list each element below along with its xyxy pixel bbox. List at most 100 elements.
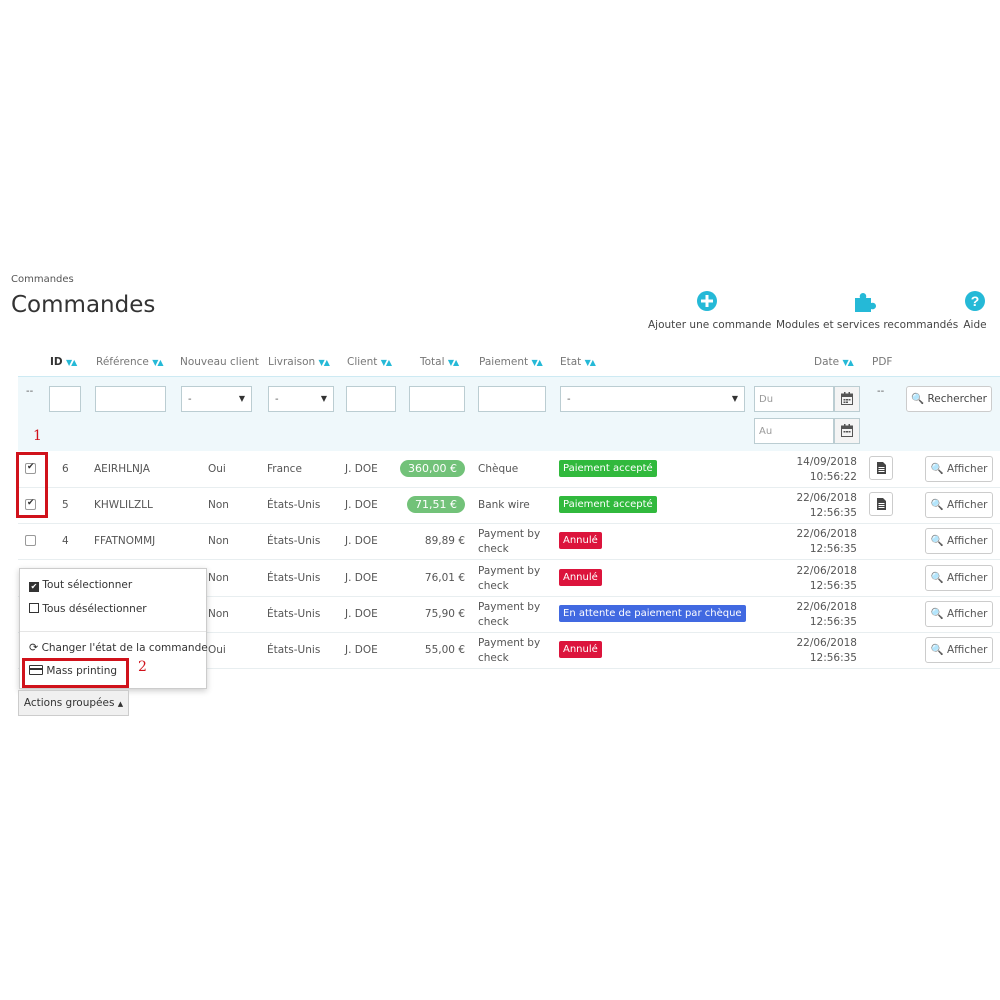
order-time: 12:56:35 xyxy=(809,580,857,592)
order-date: 22/06/2018 xyxy=(796,601,857,613)
col-header-pdf: PDF xyxy=(872,356,892,374)
delivery-country: France xyxy=(267,463,302,475)
filter-delivery-select[interactable]: - ▼ xyxy=(268,386,334,412)
filter-client-input[interactable] xyxy=(346,386,396,412)
order-state-badge: Annulé xyxy=(559,532,602,549)
col-header-client[interactable]: Client ▼▲ xyxy=(347,356,392,374)
sort-arrows-icon[interactable]: ▼▲ xyxy=(152,358,163,367)
order-time: 12:56:35 xyxy=(809,543,857,555)
view-order-button[interactable]: 🔍 Afficher xyxy=(925,456,993,482)
menu-label: Tous désélectionner xyxy=(42,603,147,615)
client-name: J. DOE xyxy=(345,608,378,620)
order-date: 22/06/2018 xyxy=(796,492,857,504)
payment-method: Payment by check xyxy=(478,565,541,592)
new-client-value: Non xyxy=(208,572,229,584)
file-icon xyxy=(877,462,886,474)
sort-arrows-icon[interactable]: ▼▲ xyxy=(585,358,596,367)
select-value: - xyxy=(188,394,192,405)
sort-arrows-icon[interactable]: ▼▲ xyxy=(319,358,330,367)
pdf-invoice-button[interactable] xyxy=(869,492,893,516)
filter-bar: -- - ▼ - ▼ - ▼ Du Au -- 🔍 Rechercher xyxy=(18,376,1000,451)
svg-text:?: ? xyxy=(971,293,980,309)
col-delivery-label: Livraison xyxy=(268,356,316,368)
order-date: 22/06/2018 xyxy=(796,528,857,540)
delivery-country: États-Unis xyxy=(267,499,321,511)
menu-label: Tout sélectionner xyxy=(42,579,133,591)
col-header-date[interactable]: Date ▼▲ xyxy=(814,356,854,374)
calendar-icon[interactable] xyxy=(834,386,860,412)
sort-arrows-icon[interactable]: ▼▲ xyxy=(531,358,542,367)
bulk-actions-label: Actions groupées xyxy=(23,697,115,709)
col-header-total[interactable]: Total ▼▲ xyxy=(420,356,459,374)
col-header-delivery[interactable]: Livraison ▼▲ xyxy=(268,356,330,374)
search-button[interactable]: 🔍 Rechercher xyxy=(906,386,992,412)
new-client-value: Non xyxy=(208,608,229,620)
sort-arrows-icon[interactable]: ▼▲ xyxy=(842,358,853,367)
filter-date-to[interactable]: Au xyxy=(754,418,834,444)
view-button-label: Afficher xyxy=(946,535,988,547)
col-total-label: Total xyxy=(420,356,445,368)
menu-item-deselect-all[interactable]: Tous désélectionner xyxy=(29,603,147,615)
col-header-new-client: Nouveau client xyxy=(180,356,259,374)
order-datetime: 22/06/2018 12:56:35 xyxy=(796,600,857,630)
view-order-button[interactable]: 🔍 Afficher xyxy=(925,492,993,518)
menu-label: Changer l'état de la commande xyxy=(41,642,208,654)
order-date: 22/06/2018 xyxy=(796,637,857,649)
order-id: 6 xyxy=(62,463,69,475)
col-header-state[interactable]: Etat ▼▲ xyxy=(560,356,596,374)
zoom-in-icon: 🔍 xyxy=(930,463,944,475)
view-order-button[interactable]: 🔍 Afficher xyxy=(925,601,993,627)
sort-arrows-icon[interactable]: ▼▲ xyxy=(381,358,392,367)
caret-down-icon: ▼ xyxy=(320,394,327,403)
order-total: 89,89 € xyxy=(424,535,465,547)
filter-reference-input[interactable] xyxy=(95,386,166,412)
order-datetime: 22/06/2018 12:56:35 xyxy=(796,564,857,594)
breadcrumb[interactable]: Commandes xyxy=(11,274,74,285)
menu-item-change-state[interactable]: ⟳ Changer l'état de la commande xyxy=(29,641,208,654)
order-date: 22/06/2018 xyxy=(796,565,857,577)
caret-down-icon: ▼ xyxy=(238,394,245,403)
table-row[interactable]: 4 FFATNOMMJ Non États-Unis J. DOE 89,89 € Paym… xyxy=(18,523,1000,560)
annotation-step-2: 2 xyxy=(138,659,147,675)
filter-state-select[interactable]: - ▼ xyxy=(560,386,745,412)
table-row[interactable]: 6 AEIRHLNJA Oui France J. DOE 360,00 € Chèque P… xyxy=(18,451,1000,488)
order-id: 4 xyxy=(62,535,69,547)
row-checkbox[interactable] xyxy=(25,535,36,546)
order-state-badge: Annulé xyxy=(559,569,602,586)
filter-new-client-select[interactable]: - ▼ xyxy=(181,386,252,412)
col-header-id[interactable]: ID ▼▲ xyxy=(50,356,77,374)
filter-date-from[interactable]: Du xyxy=(754,386,834,412)
view-button-label: Afficher xyxy=(946,644,988,656)
view-order-button[interactable]: 🔍 Afficher xyxy=(925,528,993,554)
bulk-actions-button[interactable]: Actions groupées ▲ xyxy=(18,690,129,716)
calendar-icon[interactable] xyxy=(834,418,860,444)
col-header-payment[interactable]: Paiement ▼▲ xyxy=(479,356,543,374)
sort-arrows-icon[interactable]: ▼▲ xyxy=(448,358,459,367)
col-new-client-label: Nouveau client xyxy=(180,356,259,368)
filter-total-input[interactable] xyxy=(409,386,465,412)
order-id: 5 xyxy=(62,499,69,511)
view-order-button[interactable]: 🔍 Afficher xyxy=(925,637,993,663)
order-reference: AEIRHLNJA xyxy=(94,463,150,475)
col-header-reference[interactable]: Référence ▼▲ xyxy=(96,356,164,374)
menu-divider xyxy=(20,631,206,632)
order-time: 12:56:35 xyxy=(809,616,857,628)
order-datetime: 22/06/2018 12:56:35 xyxy=(796,527,857,557)
menu-item-select-all[interactable]: ✔ Tout sélectionner xyxy=(29,579,132,592)
filter-id-input[interactable] xyxy=(49,386,81,412)
new-client-value: Non xyxy=(208,499,229,511)
filter-payment-input[interactable] xyxy=(478,386,546,412)
order-total: 71,51 € xyxy=(407,496,465,513)
help-button[interactable]: ? Aide xyxy=(960,290,990,331)
table-row[interactable]: 5 KHWLILZLL Non États-Unis J. DOE 71,51 € Bank… xyxy=(18,487,1000,524)
add-order-button[interactable]: Ajouter une commande xyxy=(648,290,771,331)
order-reference: KHWLILZLL xyxy=(94,499,153,511)
annotation-box-1 xyxy=(16,452,48,518)
order-total: 75,90 € xyxy=(424,608,465,620)
view-order-button[interactable]: 🔍 Afficher xyxy=(925,565,993,591)
help-label: Aide xyxy=(963,319,987,331)
sort-arrows-icon[interactable]: ▼▲ xyxy=(66,358,77,367)
pdf-invoice-button[interactable] xyxy=(869,456,893,480)
select-value: - xyxy=(275,394,279,405)
recommended-modules-button[interactable]: Modules et services recommandés xyxy=(776,290,958,331)
